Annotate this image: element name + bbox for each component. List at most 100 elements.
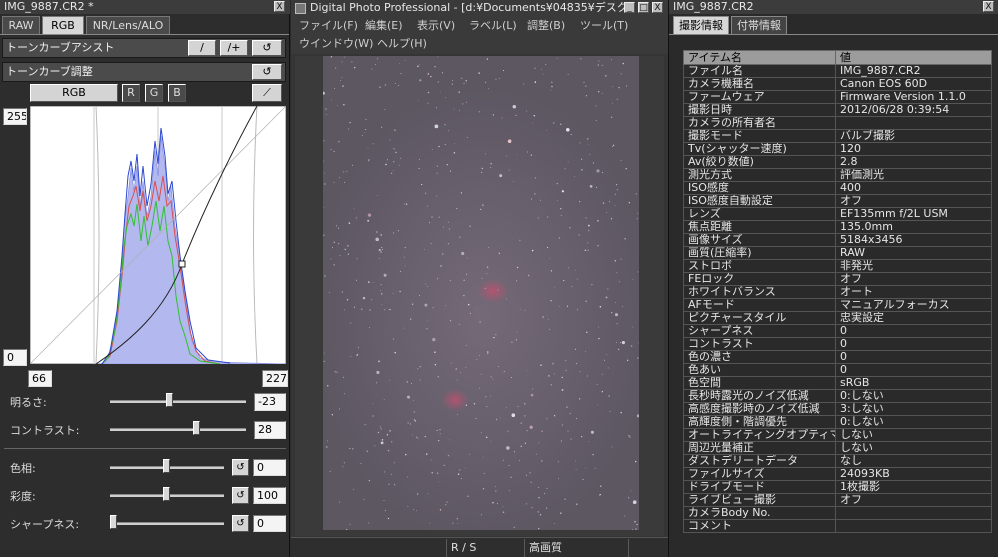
input-high-field[interactable]: 227 [262,370,288,387]
channel-r-button[interactable]: R [122,84,140,102]
menu-label[interactable]: ラベル(L) [469,16,517,36]
tab-nr-lens-alo[interactable]: NR/Lens/ALO [86,16,170,34]
eyedropper-button[interactable]: ⟋ [252,84,282,102]
curve-output-max: 255 [3,108,27,125]
table-row[interactable]: 画質(圧縮率) RAW [683,246,992,260]
hue-reset-button[interactable]: ↺ [232,459,249,476]
table-row[interactable]: Av(絞り数値) 2.8 [683,155,992,169]
table-row[interactable]: ドライブモード 1枚撮影 [683,480,992,494]
saturation-input[interactable]: 100 [253,487,286,504]
table-row[interactable]: 色の濃さ 0 [683,350,992,364]
contrast-input[interactable]: 28 [254,421,286,439]
menu-file[interactable]: ファイル(F) [299,16,358,36]
menu-help[interactable]: ヘルプ(H) [377,34,427,54]
table-row[interactable]: ダストデリートデータ なし [683,454,992,468]
close-button[interactable]: X [652,2,663,13]
tone-curve-graph[interactable] [30,106,286,364]
table-row[interactable]: 周辺光量補正 しない [683,441,992,455]
tab-rgb[interactable]: RGB [42,16,84,34]
input-low-field[interactable]: 66 [28,370,52,387]
column-header-item[interactable]: アイテム名 [683,50,836,65]
star [368,158,370,160]
auto-curve-button[interactable]: /+ [220,40,248,56]
curve-reset-button[interactable]: ↺ [252,40,282,56]
star [632,279,634,281]
table-row[interactable]: レンズ EF135mm f/2L USM [683,207,992,221]
table-row[interactable]: ISO感度自動設定 オフ [683,194,992,208]
star [618,348,620,350]
info-palette-close-button[interactable]: X [983,1,994,12]
menu-window[interactable]: ウインドウ(W) [299,34,373,54]
tone-curve-reset-button[interactable]: ↺ [252,64,282,80]
star [557,461,560,463]
table-row[interactable]: 画像サイズ 5184x3456 [683,233,992,247]
table-row[interactable]: オートライティングオプティマイザしない [683,428,992,442]
table-row[interactable]: 高感度撮影時のノイズ低減 3:しない [683,402,992,416]
table-row[interactable]: ファームウェア Firmware Version 1.1.0 [683,90,992,104]
brightness-input[interactable]: -23 [254,393,286,411]
hue-slider-thumb[interactable] [163,459,170,473]
table-row[interactable]: FEロック オフ [683,272,992,286]
tab-metadata[interactable]: 付帯情報 [731,16,787,34]
star [552,122,555,124]
star [429,522,431,524]
channel-rgb-button[interactable]: RGB [30,84,118,102]
tone-curve-adjust-label: トーンカーブ調整 [6,65,93,78]
saturation-slider-thumb[interactable] [163,487,170,501]
table-row[interactable]: カメラの所有者名 [683,116,992,130]
table-row[interactable]: カメラBody No. [683,506,992,520]
menu-view[interactable]: 表示(V) [417,16,455,36]
table-row[interactable]: 色あい 0 [683,363,992,377]
info-item-name: シャープネス [683,324,836,338]
table-row[interactable]: AFモード マニュアルフォーカス [683,298,992,312]
contrast-slider[interactable] [110,428,246,431]
table-row[interactable]: ファイルサイズ 24093KB [683,467,992,481]
table-row[interactable]: コントラスト 0 [683,337,992,351]
table-row[interactable]: ライブビュー撮影 オフ [683,493,992,507]
linear-curve-button[interactable]: / [188,40,216,56]
contrast-slider-thumb[interactable] [193,421,201,435]
brightness-slider-thumb[interactable] [165,393,173,407]
table-row[interactable]: 焦点距離 135.0mm [683,220,992,234]
curve-control-point[interactable] [178,260,186,268]
table-row[interactable]: 撮影日時 2012/06/28 0:39:54 [683,103,992,117]
sharpness-slider-thumb[interactable] [110,515,117,529]
star [425,453,428,455]
table-row[interactable]: 測光方式 評価測光 [683,168,992,182]
table-row[interactable]: 長秒時露光のノイズ低減 0:しない [683,389,992,403]
saturation-reset-button[interactable]: ↺ [232,487,249,504]
table-row[interactable]: ファイル名 IMG_9887.CR2 [683,64,992,78]
table-row[interactable]: 撮影モード バルブ撮影 [683,129,992,143]
table-row[interactable]: ホワイトバランス オート [683,285,992,299]
tab-shooting-info[interactable]: 撮影情報 [673,16,729,34]
menu-adjust[interactable]: 調整(B) [527,16,565,36]
table-row[interactable]: 色空間 sRGB [683,376,992,390]
channel-b-button[interactable]: B [168,84,186,102]
brightness-slider[interactable] [110,400,246,403]
table-row[interactable]: ピクチャースタイル 忠実設定 [683,311,992,325]
star [497,289,499,291]
info-item-value: 2.8 [835,155,992,169]
hue-input[interactable]: 0 [253,459,286,476]
channel-g-button[interactable]: G [145,84,163,102]
maximize-button[interactable]: □ [638,2,649,13]
column-header-value[interactable]: 値 [835,50,992,65]
table-row[interactable]: Tv(シャッター速度) 120 [683,142,992,156]
info-item-value: 評価測光 [835,168,992,182]
sharpness-input[interactable]: 0 [253,515,286,532]
sharpness-slider[interactable] [114,522,224,525]
minimize-button[interactable]: _ [624,2,635,13]
table-row[interactable]: ISO感度 400 [683,181,992,195]
menu-tools[interactable]: ツール(T) [580,16,628,36]
star-field-photo[interactable] [323,56,639,530]
table-row[interactable]: コメント [683,519,992,533]
table-row[interactable]: 高輝度側・階調優先 0:しない [683,415,992,429]
menu-edit[interactable]: 編集(E) [365,16,403,36]
table-row[interactable]: ストロボ 非発光 [683,259,992,273]
sharpness-reset-button[interactable]: ↺ [232,515,249,532]
star [464,467,466,469]
table-row[interactable]: シャープネス 0 [683,324,992,338]
tool-palette-close-button[interactable]: X [274,1,285,12]
tab-raw[interactable]: RAW [2,16,40,34]
table-row[interactable]: カメラ機種名 Canon EOS 60D [683,77,992,91]
